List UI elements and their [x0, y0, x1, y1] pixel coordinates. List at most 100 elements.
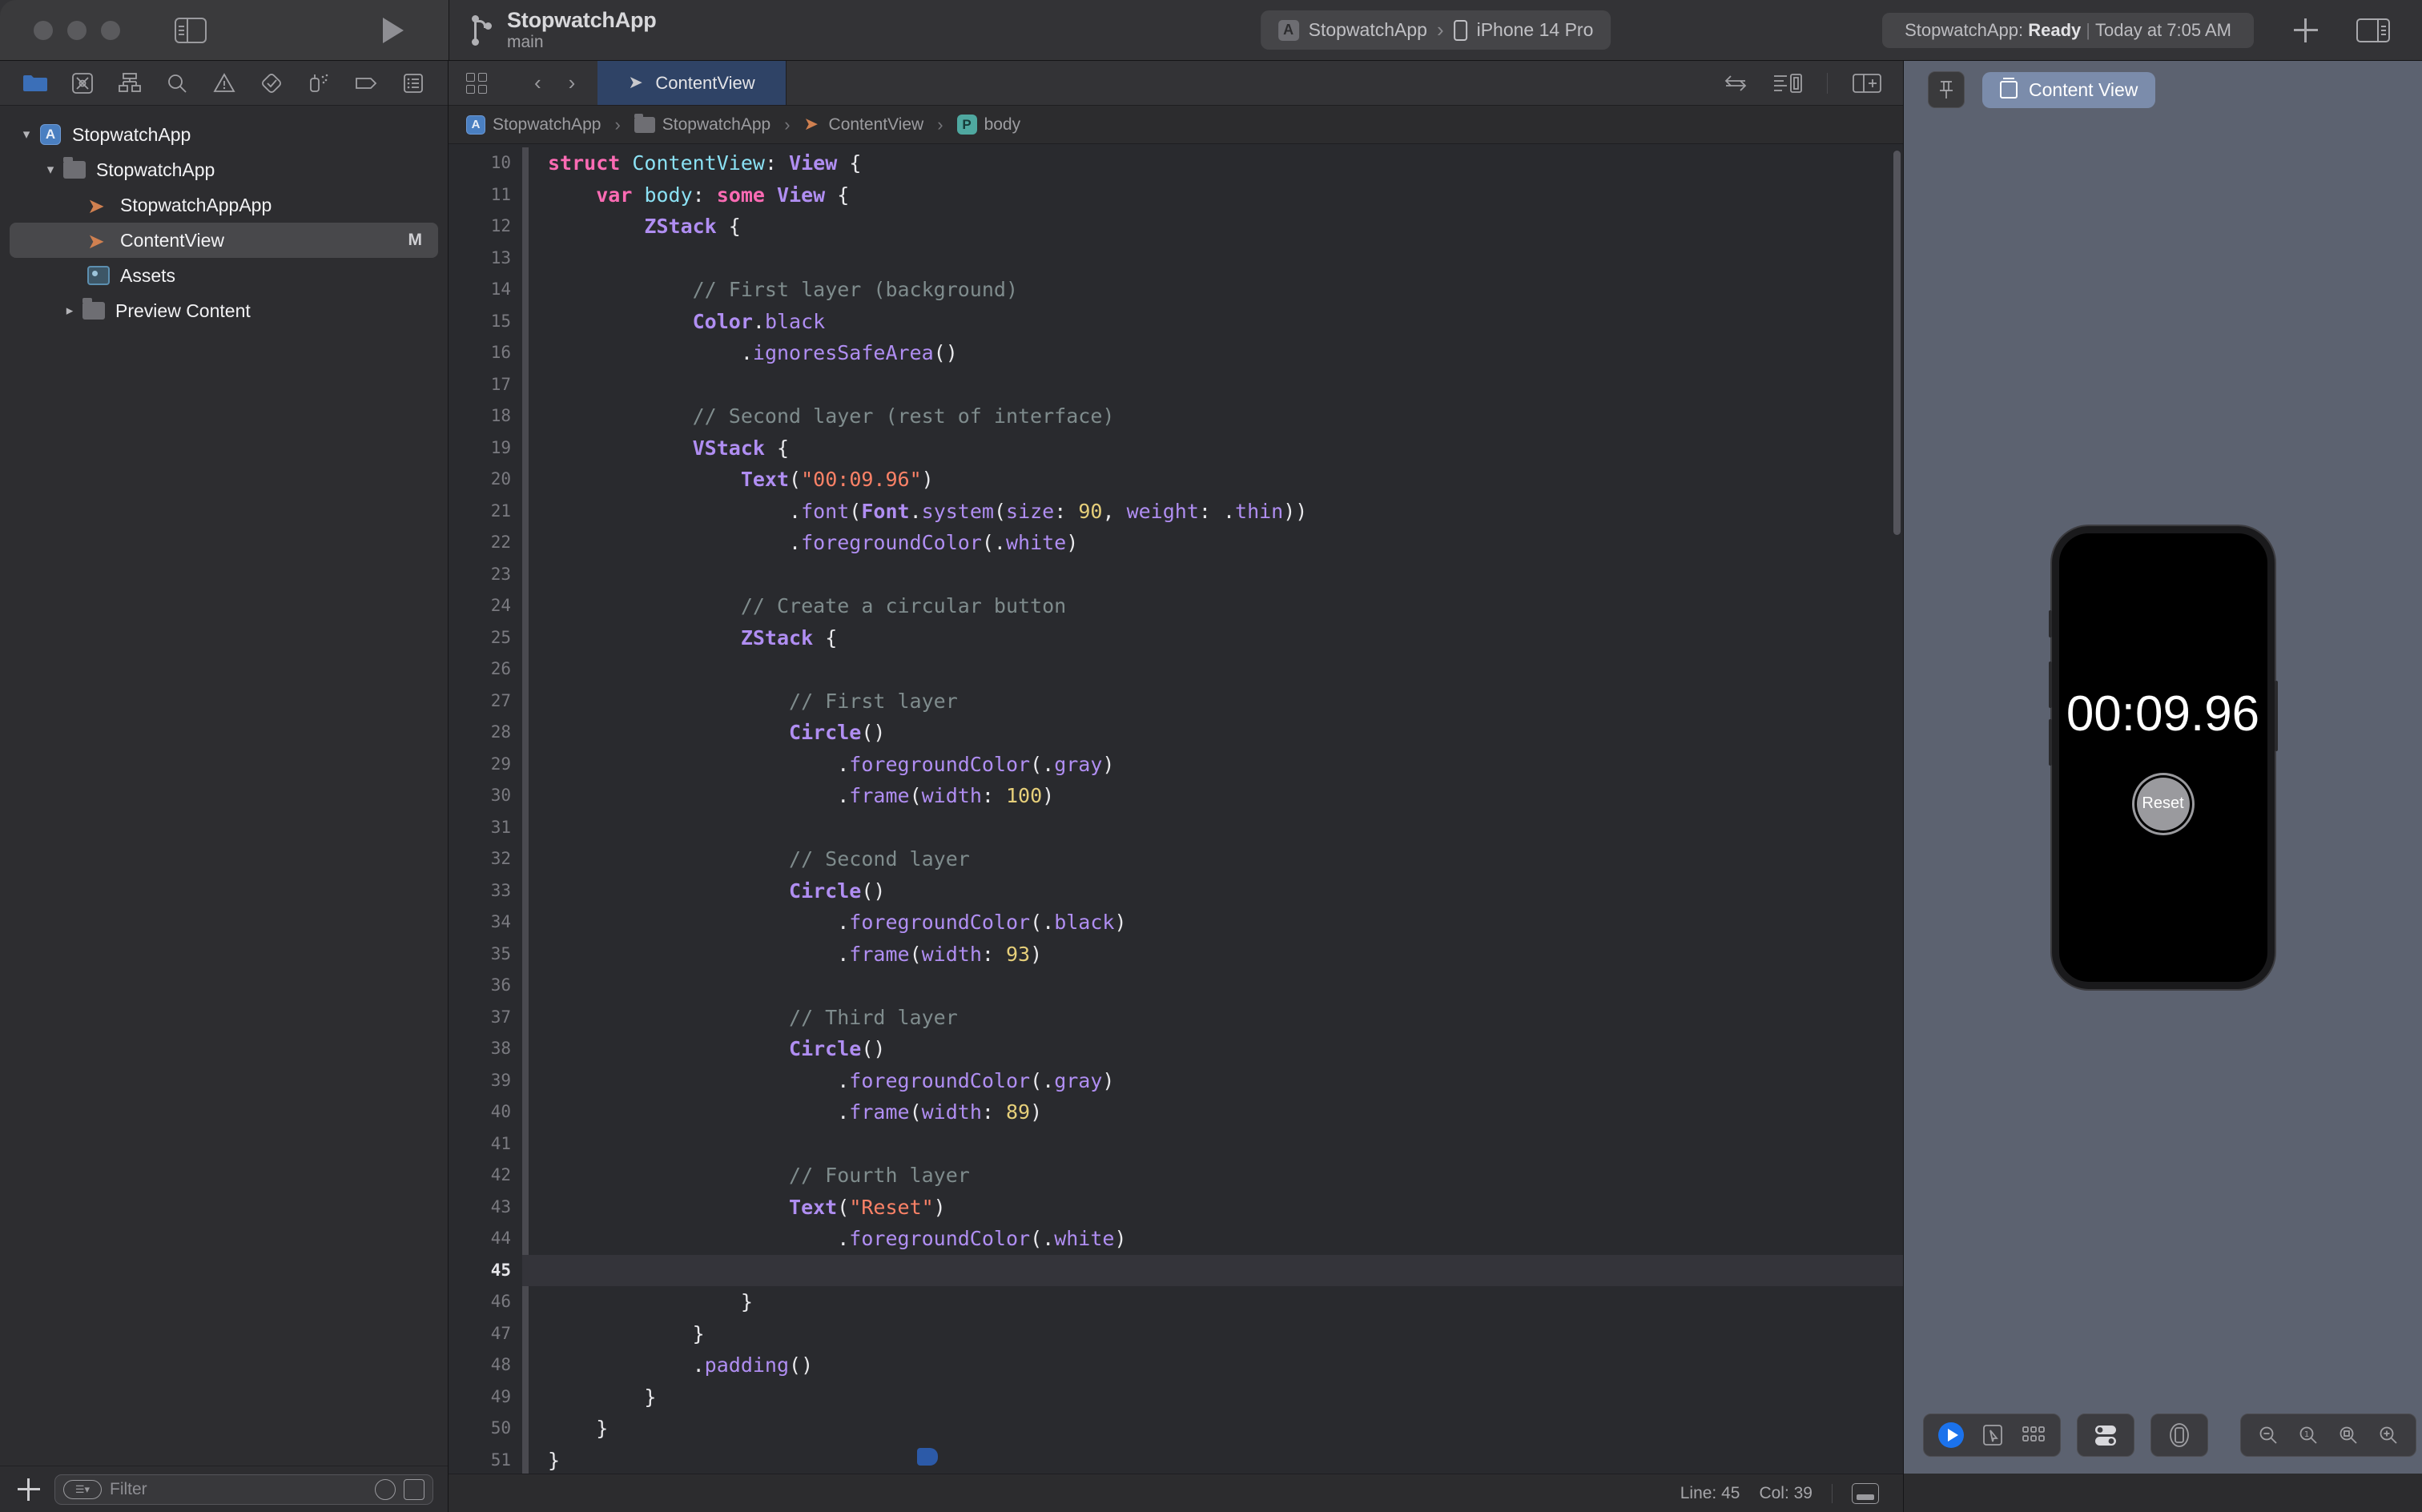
debug-area-icon[interactable] — [1852, 1482, 1879, 1504]
device-bezel-button[interactable] — [2150, 1413, 2208, 1457]
breadcrumb-item-project[interactable]: A StopwatchApp — [466, 115, 601, 135]
filter-scope-icon[interactable]: ☰▾ — [63, 1479, 102, 1499]
sidebar-item-symbol-navigator[interactable] — [106, 67, 153, 99]
code-line[interactable] — [548, 1128, 1903, 1160]
minimize-button[interactable] — [67, 20, 86, 40]
pin-icon[interactable] — [1928, 71, 1965, 108]
traffic-lights[interactable] — [34, 20, 120, 40]
code-line[interactable]: Color.black — [548, 306, 1903, 338]
grid-variants-icon[interactable] — [2022, 1425, 2046, 1446]
code-line[interactable]: // First layer — [548, 686, 1903, 718]
code-line[interactable] — [548, 369, 1903, 401]
tab-contentview[interactable]: ➤ ContentView — [597, 61, 787, 105]
close-button[interactable] — [34, 20, 53, 40]
code-line[interactable]: } — [548, 1318, 1903, 1350]
code-line[interactable]: .padding() — [548, 1349, 1903, 1381]
code-line[interactable]: // First layer (background) — [548, 274, 1903, 306]
minimap-icon[interactable] — [1772, 72, 1803, 94]
code-line[interactable]: .frame(width: 100) — [548, 780, 1903, 812]
code-line[interactable]: // Second layer (rest of interface) — [548, 400, 1903, 432]
plus-icon[interactable] — [18, 1478, 40, 1501]
sidebar-item-test-navigator[interactable] — [247, 67, 295, 99]
code-line[interactable]: .font(Font.system(size: 90, weight: .thi… — [548, 496, 1903, 528]
code-line[interactable]: .foregroundColor(.black) — [548, 907, 1903, 939]
breadcrumb-item-file[interactable]: ➤ ContentView — [804, 115, 924, 135]
sidebar-item-source-control-navigator[interactable] — [58, 67, 106, 99]
chevron-down-icon[interactable] — [16, 127, 37, 143]
tree-row-contentview[interactable]: ➤ ContentView M — [10, 223, 438, 258]
run-play-icon[interactable] — [383, 17, 404, 43]
code-line[interactable]: .ignoresSafeArea() — [548, 337, 1903, 369]
code-line[interactable]: // Create a circular button — [548, 590, 1903, 622]
code-line[interactable]: .foregroundColor(.white) — [548, 1223, 1903, 1255]
code-line[interactable]: // Third layer — [548, 1002, 1903, 1034]
tree-row-preview-content[interactable]: Preview Content — [10, 293, 438, 328]
code-line[interactable]: Circle() — [548, 717, 1903, 749]
project-branch-block[interactable]: StopwatchApp main — [470, 8, 657, 51]
zoom-out-icon[interactable] — [2257, 1424, 2279, 1446]
device-settings-button[interactable] — [2077, 1413, 2134, 1457]
code-line[interactable]: } — [548, 1413, 1903, 1445]
code-line[interactable]: ZStack { — [548, 622, 1903, 654]
sidebar-item-report-navigator[interactable] — [389, 67, 437, 99]
clock-icon[interactable] — [375, 1478, 396, 1500]
code-line[interactable] — [548, 559, 1903, 591]
reset-button[interactable]: Reset — [2136, 777, 2190, 830]
code-line[interactable] — [548, 812, 1903, 844]
tree-row-stopwatchapp-project[interactable]: A StopwatchApp — [10, 117, 438, 152]
code-line[interactable]: Text("00:09.96") — [548, 464, 1903, 496]
forward-icon[interactable]: › — [564, 70, 581, 95]
code-line[interactable]: } — [548, 1381, 1903, 1413]
add-editor-icon[interactable] — [1852, 72, 1882, 94]
source-control-filter-icon[interactable] — [404, 1478, 424, 1500]
activity-status-bar[interactable]: StopwatchApp: Ready | Today at 7:05 AM — [1882, 12, 2254, 48]
code-line[interactable] — [548, 243, 1903, 275]
cursor-select-icon[interactable] — [1981, 1423, 2004, 1447]
inspector-right-icon[interactable] — [2356, 18, 2390, 42]
sidebar-item-issue-navigator[interactable] — [200, 67, 247, 99]
sidebar-item-project-navigator[interactable] — [11, 67, 58, 99]
code-line[interactable]: .frame(width: 93) — [548, 939, 1903, 971]
related-items-icon[interactable] — [1723, 73, 1748, 94]
sidebar-item-debug-navigator[interactable] — [295, 67, 342, 99]
back-icon[interactable]: ‹ — [529, 70, 546, 95]
sidebar-item-breakpoint-navigator[interactable] — [342, 67, 389, 99]
filter-input[interactable]: ☰▾ Filter — [54, 1474, 433, 1505]
plus-icon[interactable] — [2294, 18, 2318, 42]
code-line[interactable] — [548, 653, 1903, 686]
chevron-down-icon[interactable] — [40, 162, 61, 178]
zoom-fit-icon[interactable] — [2337, 1424, 2360, 1446]
tree-row-stopwatchapp-folder[interactable]: StopwatchApp — [10, 152, 438, 187]
code-line[interactable]: VStack { — [548, 432, 1903, 464]
tree-row-stopwatchappapp[interactable]: ➤ StopwatchAppApp — [10, 187, 438, 223]
code-line[interactable]: var body: some View { — [548, 179, 1903, 211]
breadcrumb-item-symbol[interactable]: P body — [956, 115, 1020, 135]
live-preview-button[interactable] — [1938, 1422, 1964, 1448]
code-line[interactable]: ZStack { — [548, 211, 1903, 243]
code-line[interactable]: } — [548, 1286, 1903, 1318]
sidebar-item-find-navigator[interactable] — [153, 67, 200, 99]
code-line[interactable]: .foregroundColor(.white) — [548, 527, 1903, 559]
sidebar-left-icon[interactable] — [175, 17, 207, 43]
code-line[interactable] — [548, 970, 1903, 1002]
code-line[interactable]: } — [548, 1445, 1903, 1474]
breadcrumb-item-folder[interactable]: StopwatchApp — [634, 113, 770, 135]
code-line[interactable]: .foregroundColor(.gray) — [548, 1065, 1903, 1097]
tab-overview-icon[interactable] — [466, 72, 487, 94]
tree-row-assets[interactable]: Assets — [10, 258, 438, 293]
code-line[interactable]: .foregroundColor(.gray) — [548, 749, 1903, 781]
device-preview[interactable]: 00:09.96 Reset — [2048, 526, 2278, 989]
code-line[interactable]: Text("Reset") — [548, 1192, 1903, 1224]
code-line[interactable]: Circle() — [548, 875, 1903, 907]
code-line[interactable]: .frame(width: 89) — [548, 1096, 1903, 1128]
zoom-button[interactable] — [101, 20, 120, 40]
code-line[interactable]: struct ContentView: View { — [548, 147, 1903, 179]
code-line[interactable]: // Second layer — [548, 843, 1903, 875]
source-code-editor[interactable]: 10 11 12 13 14 15 16 17 18 19 20 21 22 23 24 25 26 27 28 29… — [449, 144, 1903, 1474]
editor-vertical-scrollbar[interactable] — [1893, 151, 1901, 535]
zoom-100-icon[interactable]: 1 — [2297, 1424, 2319, 1446]
scheme-destination-selector[interactable]: A StopwatchApp › iPhone 14 Pro — [1260, 10, 1611, 50]
canvas-stage[interactable]: 00:09.96 Reset — [1904, 119, 2422, 1397]
chevron-right-icon[interactable] — [59, 303, 80, 319]
code-line[interactable]: Circle() — [548, 1033, 1903, 1065]
